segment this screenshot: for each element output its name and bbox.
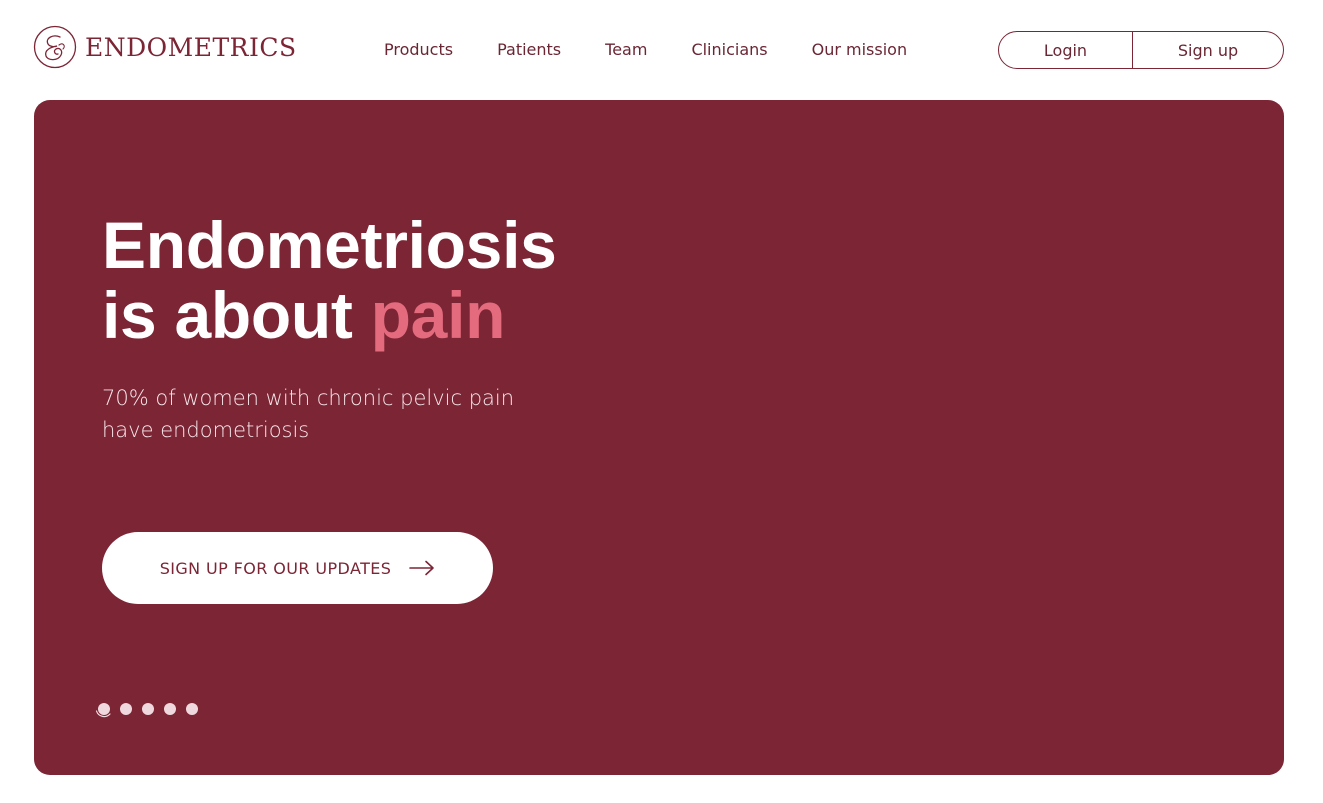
landing-page: ENDOMETRICS Products Patients Team Clini…	[0, 0, 1323, 803]
nav-item-patients[interactable]: Patients	[497, 37, 561, 63]
endometrics-logo-icon	[33, 25, 77, 69]
hero-title-line1: Endometriosis	[102, 208, 557, 282]
progress-ring-icon	[95, 710, 111, 718]
carousel-dot-5[interactable]	[186, 703, 198, 715]
carousel-dot-1[interactable]	[95, 703, 111, 718]
cta-label: SIGN UP FOR OUR UPDATES	[159, 558, 392, 578]
site-header: ENDOMETRICS Products Patients Team Clini…	[0, 0, 1323, 100]
carousel-dot-3[interactable]	[142, 703, 154, 715]
main-nav: Products Patients Team Clinicians Our mi…	[384, 37, 907, 63]
carousel-pagination	[95, 703, 198, 718]
sign-up-for-updates-button[interactable]: SIGN UP FOR OUR UPDATES	[102, 532, 493, 604]
hero-title-accent: pain	[370, 278, 506, 352]
hero-title-line2-prefix: is about	[102, 278, 371, 352]
nav-item-team[interactable]: Team	[605, 37, 647, 63]
carousel-dot-2[interactable]	[120, 703, 132, 715]
arrow-right-icon	[409, 560, 435, 576]
hero-banner: Endometriosis is about pain 70% of women…	[34, 100, 1284, 775]
hero-title: Endometriosis is about pain	[102, 210, 557, 350]
login-button[interactable]: Login	[999, 32, 1133, 68]
nav-item-products[interactable]: Products	[384, 37, 453, 63]
auth-button-group: Login Sign up	[998, 31, 1284, 69]
nav-item-our-mission[interactable]: Our mission	[812, 37, 907, 63]
hero-subtitle-line1: 70% of women with chronic pelvic pain	[102, 386, 515, 410]
hero-subtitle-line2: have endometriosis	[102, 418, 310, 442]
carousel-dot-4[interactable]	[164, 703, 176, 715]
nav-item-clinicians[interactable]: Clinicians	[691, 37, 767, 63]
hero-subtitle: 70% of women with chronic pelvic pain ha…	[102, 382, 562, 446]
sign-up-button[interactable]: Sign up	[1133, 32, 1283, 68]
brand-name: ENDOMETRICS	[85, 32, 297, 62]
brand-logo[interactable]: ENDOMETRICS	[33, 24, 297, 70]
